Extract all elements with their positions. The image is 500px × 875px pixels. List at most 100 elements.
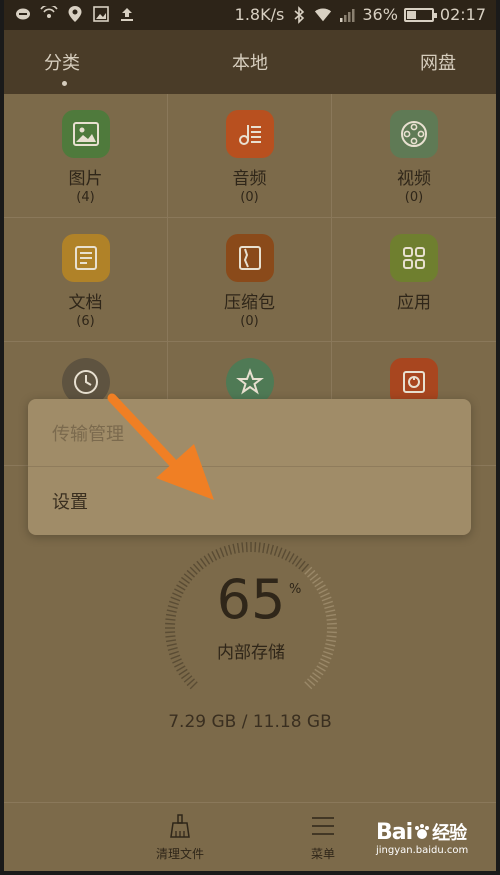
tab-cloud[interactable]: 网盘 [319, 30, 496, 94]
tab-label: 分类 [44, 53, 80, 74]
gauge-tick [326, 631, 337, 634]
gauge-tick [288, 553, 295, 563]
battery-percent: 36% [362, 5, 398, 24]
category-count: (6) [76, 314, 95, 329]
tab-local[interactable]: 本地 [181, 30, 318, 94]
gauge-tick [236, 542, 240, 554]
gauge-tick [316, 665, 326, 672]
gauge-tick [269, 544, 274, 555]
watermark-url: jingyan.baidu.com [376, 845, 469, 856]
percent-sign: % [289, 582, 302, 597]
gauge-tick [314, 668, 324, 676]
baidu-jingyan-watermark: Bai 经验 jingyan.baidu.com [376, 819, 486, 865]
menu-item-transfer-management: 传输管理 [28, 399, 471, 467]
menu-item-settings[interactable]: 设置 [28, 467, 471, 535]
gauge-tick [219, 547, 225, 558]
gauge-tick [232, 543, 236, 554]
tab-label: 本地 [231, 53, 268, 74]
gauge-tick [228, 544, 233, 555]
gauge-tick [307, 678, 316, 687]
status-right: 1.8K/s 36% 02:17 [235, 5, 486, 25]
category-count: (0) [240, 314, 259, 329]
gauge-tick [258, 542, 261, 553]
gauge-tick [211, 551, 218, 561]
category-label: 压缩包 [224, 293, 275, 313]
gauge-tick [284, 551, 291, 561]
category-label: 视频 [397, 169, 431, 189]
app-screen: 1.8K/s 36% 02:17 分类 本地 网盘 图片 (4) 音频 (0) … [4, 0, 496, 871]
watermark-logo-text: 经验 [432, 823, 467, 844]
gauge-tick [207, 553, 214, 563]
broom-icon [170, 814, 190, 838]
battery-icon [403, 8, 437, 22]
category-documents[interactable]: 文档 (6) [4, 218, 168, 342]
battery-level-fill [406, 11, 416, 19]
storage-percent: 65 [216, 568, 286, 631]
gauge-tick [203, 555, 211, 565]
watermark-logo: Bai [376, 819, 413, 845]
gauge-tick [199, 558, 207, 567]
menu-button[interactable]: 菜单 [283, 813, 363, 862]
message-icon [14, 5, 32, 23]
category-archives[interactable]: 压缩包 (0) [168, 218, 332, 342]
gauge-tick [241, 542, 244, 553]
gauge-tick [183, 675, 193, 683]
active-tab-indicator [62, 81, 67, 86]
category-label: 音频 [232, 169, 267, 189]
category-apps[interactable]: 应用 [332, 218, 496, 342]
top-tab-bar: 分类 本地 网盘 [4, 30, 496, 94]
network-speed: 1.8K/s [234, 5, 285, 24]
tab-category[interactable]: 分类 [4, 30, 181, 94]
category-count: (0) [404, 190, 424, 205]
gauge-tick [174, 661, 184, 668]
tab-label: 网盘 [419, 53, 456, 74]
bluetooth-icon [290, 6, 308, 24]
music-icon [225, 110, 274, 158]
archive-icon [225, 234, 274, 282]
gauge-tick [165, 635, 176, 638]
upload-icon [118, 5, 136, 23]
menu-icon [312, 817, 334, 835]
wifi-hotspot-icon [40, 5, 58, 23]
gauge-tick [165, 631, 176, 634]
menu-label: 菜单 [310, 847, 335, 861]
gauge-tick [186, 678, 195, 687]
gauge-tick [176, 665, 186, 672]
category-audio[interactable]: 音频 (0) [168, 94, 332, 218]
gallery-icon [92, 5, 110, 23]
gauge-tick [281, 549, 287, 559]
storage-label: 内部存储 [217, 643, 285, 663]
category-images[interactable]: 图片 (4) [4, 94, 168, 218]
gauge-tick [266, 543, 270, 554]
document-icon [61, 234, 110, 282]
category-video[interactable]: 视频 (0) [332, 94, 496, 218]
gauge-tick [273, 545, 279, 556]
paw-icon [413, 823, 431, 841]
signal-icon [338, 6, 356, 24]
status-bar: 1.8K/s 36% 02:17 [4, 0, 496, 30]
status-left-icons [14, 5, 136, 23]
location-icon [66, 5, 84, 23]
overflow-menu-popup: 传输管理 设置 [28, 399, 471, 535]
gauge-tick [277, 547, 283, 558]
clean-files-button[interactable]: 清理文件 [140, 813, 220, 862]
gauge-tick [254, 542, 257, 553]
gauge-tick [309, 675, 319, 683]
clean-files-label: 清理文件 [155, 847, 204, 861]
gauge-tick [318, 661, 328, 668]
category-label: 图片 [68, 169, 103, 189]
gauge-tick [312, 672, 321, 680]
gauge-tick [181, 672, 190, 680]
gauge-tick [291, 555, 299, 565]
wifi-icon [314, 6, 332, 24]
gauge-tick [295, 558, 303, 567]
category-label: 应用 [397, 293, 431, 313]
gauge-tick [262, 542, 266, 554]
menu-item-label: 传输管理 [52, 423, 124, 445]
gauge-tick [189, 681, 198, 690]
storage-gauge[interactable]: 65 % 内部存储 [163, 540, 339, 716]
gauge-tick [215, 549, 221, 559]
gauge-tick [326, 635, 337, 638]
category-count: (4) [76, 190, 95, 205]
gauge-tick [178, 668, 188, 676]
